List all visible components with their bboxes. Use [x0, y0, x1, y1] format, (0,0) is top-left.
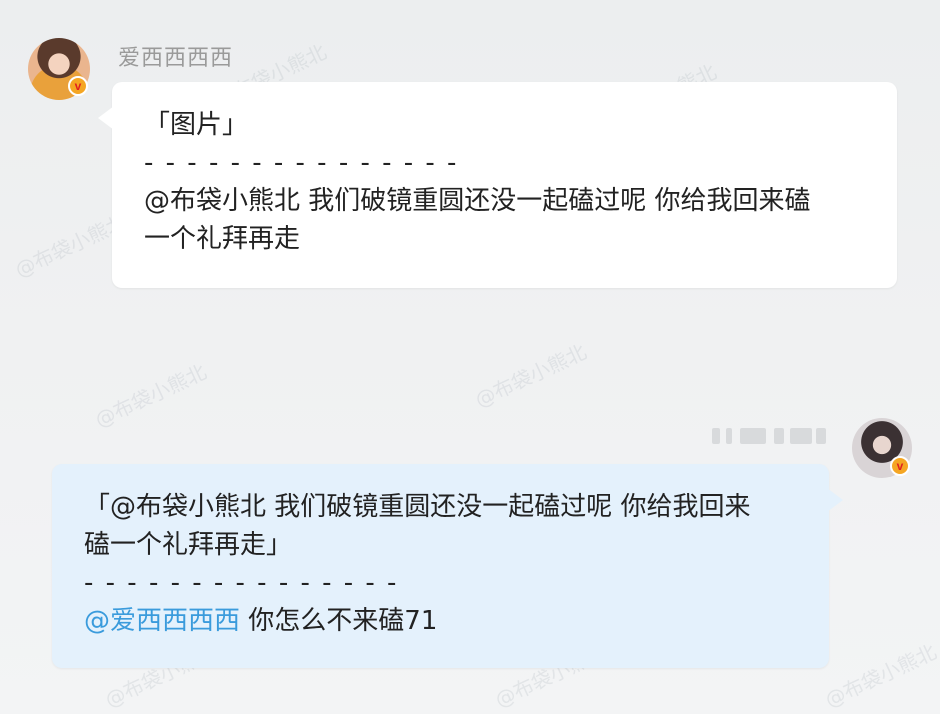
- watermark: @布袋小熊北: [91, 359, 211, 433]
- verified-badge-icon: v: [890, 456, 910, 476]
- message-text-line: @布袋小熊北 我们破镜重圆还没一起磕过呢 你给我回来磕: [144, 186, 811, 216]
- mention-link[interactable]: @爱西西西西: [84, 606, 240, 636]
- received-bubble[interactable]: 「图片」 - - - - - - - - - - - - - - - @布袋小熊…: [98, 82, 897, 288]
- sent-bubble[interactable]: 「@布袋小熊北 我们破镜重圆还没一起磕过呢 你给我回来 磕一个礼拜再走」 - -…: [52, 464, 843, 668]
- quoted-image-label: 「图片」: [144, 110, 249, 140]
- watermark: @布袋小熊北: [471, 339, 591, 413]
- quoted-message-line: 「@布袋小熊北 我们破镜重圆还没一起磕过呢 你给我回来: [84, 492, 751, 522]
- verified-badge-icon: v: [68, 76, 88, 96]
- bubble-tail: [98, 106, 114, 130]
- reply-line: @爱西西西西 你怎么不来磕71: [84, 602, 809, 640]
- quoted-message-line: 磕一个礼拜再走」: [84, 530, 293, 560]
- bubble-tail: [827, 488, 843, 512]
- sender-username[interactable]: 爱西西西西: [118, 40, 233, 72]
- redacted-username: [712, 428, 826, 444]
- watermark: @布袋小熊北: [821, 639, 940, 713]
- user-avatar[interactable]: v: [852, 418, 912, 478]
- quote-separator: - - - - - - - - - - - - - - -: [144, 148, 459, 178]
- reply-text: 你怎么不来磕71: [240, 606, 438, 636]
- message-text-line: 一个礼拜再走: [144, 224, 301, 254]
- quote-separator: - - - - - - - - - - - - - - -: [84, 568, 399, 598]
- sender-avatar[interactable]: v: [28, 38, 90, 100]
